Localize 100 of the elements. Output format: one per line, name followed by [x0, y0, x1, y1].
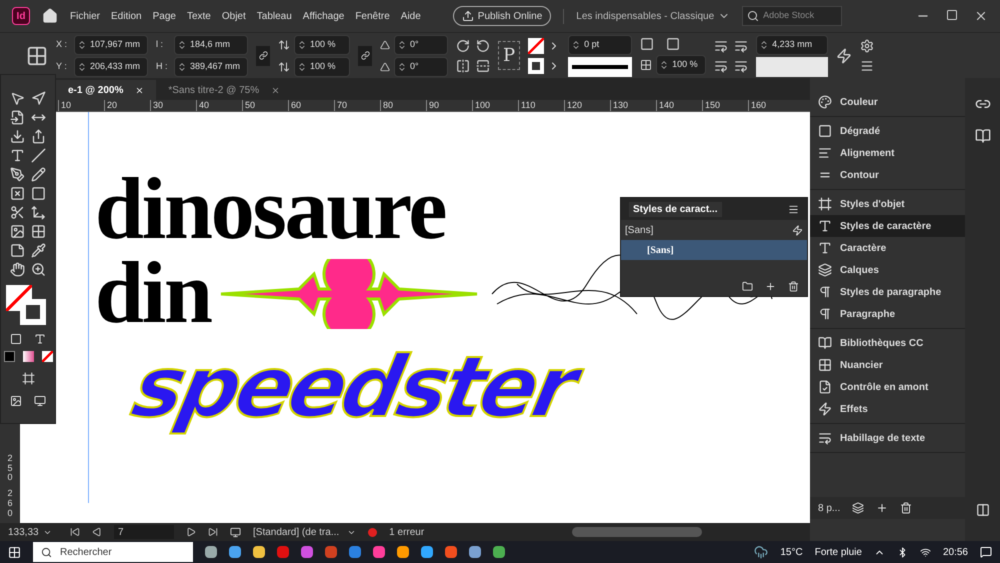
- close-icon[interactable]: [135, 86, 144, 94]
- size-field[interactable]: 389,467 mm: [174, 56, 248, 76]
- style-row[interactable]: [Sans]: [621, 240, 807, 260]
- taskbar-app-icon[interactable]: [229, 546, 241, 558]
- type-icon[interactable]: [10, 148, 25, 163]
- panel-item[interactable]: Caractère: [810, 237, 965, 259]
- menu-item[interactable]: Texte: [186, 8, 211, 24]
- page-field[interactable]: 7: [114, 525, 174, 539]
- fill-swatch[interactable]: [528, 38, 544, 54]
- trash-icon[interactable]: [788, 280, 799, 292]
- wrap-icon[interactable]: [734, 38, 748, 52]
- corner-dropdown[interactable]: [756, 56, 828, 76]
- tray-up-icon[interactable]: [31, 129, 46, 144]
- scale-field[interactable]: 100 %: [294, 56, 350, 76]
- spinner-icon[interactable]: [297, 40, 307, 50]
- scissors-icon[interactable]: [10, 205, 25, 220]
- publish-online-button[interactable]: Publish Online: [452, 6, 552, 26]
- panel-tab[interactable]: Styles de caract...: [629, 202, 722, 216]
- menu-icon[interactable]: [788, 204, 799, 214]
- workspace-dropdown[interactable]: Les indispensables - Classique: [563, 8, 730, 24]
- panel-item[interactable]: Paragraphe: [810, 303, 965, 325]
- menu-item[interactable]: Fenêtre: [355, 8, 390, 24]
- menu-item[interactable]: Edition: [111, 8, 142, 24]
- transform-icon[interactable]: [31, 205, 46, 220]
- search-field[interactable]: Adobe Stock: [742, 6, 842, 26]
- new-style-icon[interactable]: [765, 280, 776, 292]
- color-swatch[interactable]: [4, 351, 14, 362]
- taskbar-app-icon[interactable]: [205, 546, 217, 558]
- taskbar-app-icon[interactable]: [397, 546, 409, 558]
- tray-down-icon[interactable]: [10, 129, 25, 144]
- panel-item[interactable]: Styles de paragraphe: [810, 281, 965, 303]
- spinner-icon[interactable]: [759, 40, 770, 50]
- spinner-icon[interactable]: [77, 40, 87, 50]
- error-count[interactable]: 1 erreur: [389, 524, 424, 540]
- menu-item[interactable]: Page: [152, 8, 176, 24]
- eyedropper-icon[interactable]: [31, 243, 46, 258]
- document-tab[interactable]: e-1 @ 200%: [56, 80, 156, 100]
- panel-item[interactable]: Contrôle en amont: [810, 376, 965, 398]
- wrap-icon[interactable]: [734, 58, 748, 72]
- menu-item[interactable]: Objet: [222, 8, 246, 24]
- stroke-swatch[interactable]: [528, 58, 544, 74]
- flip-icon[interactable]: [476, 58, 490, 72]
- angle-field[interactable]: 0°: [394, 56, 448, 76]
- scale-field[interactable]: 100 %: [294, 34, 350, 54]
- panel-item[interactable]: Dégradé: [810, 120, 965, 142]
- home-icon[interactable]: [42, 8, 58, 24]
- gradient-swatch[interactable]: [22, 351, 34, 362]
- rectangle-icon[interactable]: [31, 186, 46, 201]
- bluetooth-icon[interactable]: [896, 546, 908, 558]
- new-page-icon[interactable]: [876, 502, 888, 514]
- panel-item[interactable]: Alignement: [810, 142, 965, 164]
- panel-item[interactable]: Nuancier: [810, 354, 965, 376]
- text-icon[interactable]: [34, 333, 46, 345]
- taskbar-app-icon[interactable]: [445, 546, 457, 558]
- close-icon[interactable]: [271, 86, 280, 94]
- previous-page-icon[interactable]: [92, 527, 102, 537]
- book-icon[interactable]: [974, 128, 990, 144]
- first-page-icon[interactable]: [70, 527, 80, 537]
- stroke-weight-field[interactable]: 0 pt: [568, 34, 632, 54]
- panel-item[interactable]: Habillage de texte: [810, 427, 965, 449]
- panel-item[interactable]: Effets: [810, 398, 965, 420]
- size-field[interactable]: 184,6 mm: [174, 34, 248, 54]
- windows-icon[interactable]: [8, 546, 21, 558]
- clock[interactable]: 20:56: [942, 544, 968, 560]
- taskbar-app-icon[interactable]: [469, 546, 481, 558]
- zoom-icon[interactable]: [31, 262, 46, 277]
- preflight-profile-dropdown[interactable]: [Standard] (de tra...: [253, 524, 356, 540]
- flip-icon[interactable]: [456, 58, 470, 72]
- spinner-icon[interactable]: [659, 60, 670, 70]
- app-badge[interactable]: Id: [12, 7, 30, 25]
- rotate-icon[interactable]: [476, 38, 490, 52]
- network-icon[interactable]: [920, 546, 931, 558]
- taskbar-app-icon[interactable]: [373, 546, 385, 558]
- spinner-icon[interactable]: [571, 40, 582, 50]
- arrow-icon[interactable]: [31, 91, 46, 106]
- menu-item[interactable]: Aide: [400, 8, 421, 24]
- stroke-style-dropdown[interactable]: [568, 56, 632, 76]
- maximize-icon[interactable]: [946, 9, 958, 21]
- folder-icon[interactable]: [742, 280, 753, 292]
- note-icon[interactable]: [10, 243, 25, 258]
- trash-icon[interactable]: [900, 502, 912, 514]
- offset-field[interactable]: 4,233 mm: [756, 34, 828, 54]
- panel-item[interactable]: Couleur: [810, 91, 965, 113]
- taskbar-app-icon[interactable]: [493, 546, 505, 558]
- zoom-dropdown[interactable]: 133,33: [8, 524, 58, 540]
- scrollbar[interactable]: [572, 527, 702, 537]
- panel-item[interactable]: Contour: [810, 164, 965, 186]
- pointer-icon[interactable]: [10, 91, 25, 106]
- notification-icon[interactable]: [980, 546, 992, 558]
- next-page-icon[interactable]: [186, 527, 196, 537]
- menu-item[interactable]: Tableau: [256, 8, 292, 24]
- none-swatch[interactable]: [42, 351, 52, 362]
- reference-point-icon[interactable]: [26, 44, 48, 66]
- wrap-icon[interactable]: [714, 38, 728, 52]
- stroke-swatch[interactable]: [20, 299, 46, 325]
- pencil-icon[interactable]: [31, 167, 46, 182]
- taskbar-app-icon[interactable]: [253, 546, 265, 558]
- spinner-icon[interactable]: [77, 62, 87, 72]
- position-field[interactable]: 206,433 mm: [74, 56, 148, 76]
- spinner-icon[interactable]: [397, 40, 407, 50]
